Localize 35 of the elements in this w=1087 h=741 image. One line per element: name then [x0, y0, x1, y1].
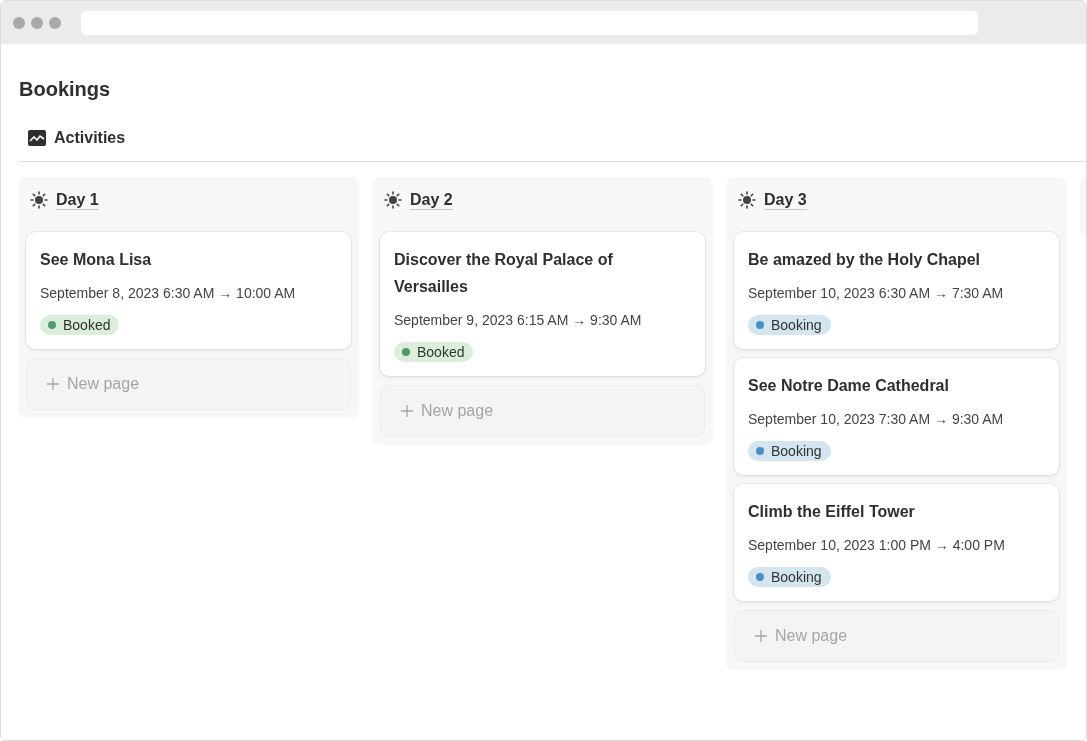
column-title: Day 3 — [764, 190, 807, 210]
card-date: September 9, 2023 6:15 AM → 9:30 AM — [394, 312, 642, 328]
card-title: See Notre Dame Cathedral — [748, 376, 949, 396]
plus-icon — [47, 378, 59, 390]
booking-card[interactable]: Be amazed by the Holy Chapel September 10, 2023 6:30 AM → 7:30 AM Booking — [734, 232, 1059, 349]
status-label: Booking — [771, 569, 822, 585]
sun-icon — [738, 191, 756, 209]
column-title: Day 1 — [56, 190, 99, 210]
column-title: Day 2 — [410, 190, 453, 210]
view-tab[interactable]: Activities — [28, 129, 126, 161]
window-control-icon[interactable] — [31, 16, 43, 29]
booking-card[interactable]: Discover the Royal Palace of Versailles September 9, 2023 6:15 AM → 9:30 AM Booked — [380, 232, 705, 376]
booking-card[interactable]: See Mona Lisa September 8, 2023 6:30 AM → 10:00 AM Booked — [26, 232, 351, 349]
status-label: Booking — [771, 317, 822, 333]
status-label: Booked — [417, 344, 465, 360]
status-label: Booking — [771, 443, 822, 459]
card-title: Climb the Eiffel Tower — [748, 502, 915, 522]
plus-icon — [401, 405, 413, 417]
card-date: September 10, 2023 1:00 PM → 4:00 PM — [748, 537, 1005, 553]
sun-icon — [384, 191, 402, 209]
booking-card[interactable]: See Notre Dame Cathedral September 10, 2023 7:30 AM → 9:30 AM Booking — [734, 358, 1059, 475]
card-date: September 8, 2023 6:30 AM → 10:00 AM — [40, 285, 296, 301]
card-date: September 10, 2023 7:30 AM → 9:30 AM — [748, 411, 1004, 427]
card-date: September 10, 2023 6:30 AM → 7:30 AM — [748, 285, 1004, 301]
card-title: See Mona Lisa — [40, 250, 152, 270]
booking-card[interactable]: Climb the Eiffel Tower September 10, 2023 1:00 PM → 4:00 PM Booking — [734, 484, 1059, 601]
chart-icon — [28, 130, 46, 146]
window-control-icon[interactable] — [13, 16, 25, 29]
plus-icon — [755, 630, 767, 642]
status-label: Booked — [63, 317, 111, 333]
sun-icon — [30, 191, 48, 209]
card-title: Be amazed by the Holy Chapel — [748, 250, 981, 270]
window-control-icon[interactable] — [49, 16, 61, 29]
card-title: Discover the Royal Palace of Versailles — [394, 250, 614, 297]
page-title: Bookings — [19, 78, 112, 101]
